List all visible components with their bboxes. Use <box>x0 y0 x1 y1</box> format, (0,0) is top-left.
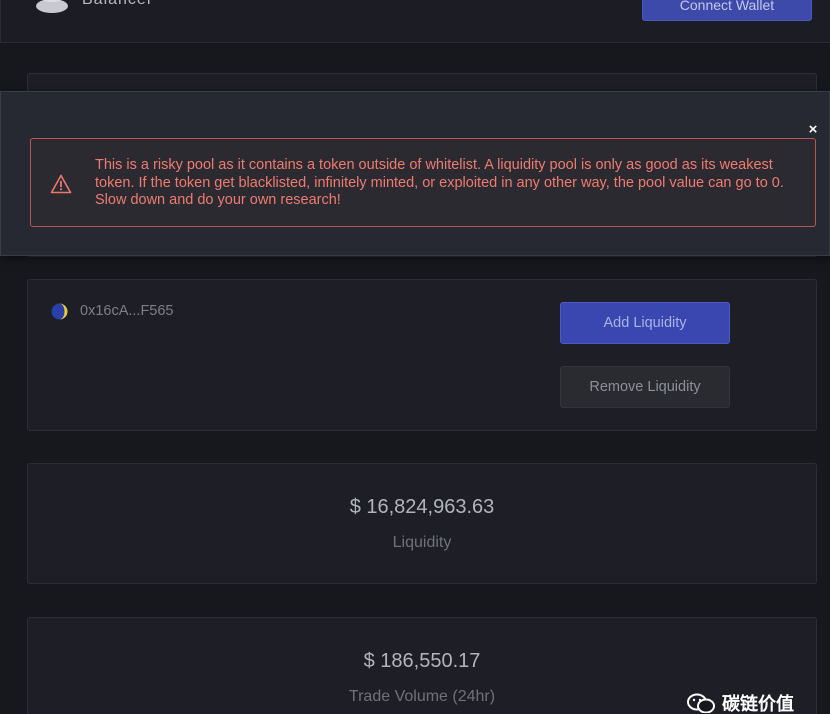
header: Balancer Connect Wallet <box>0 0 830 43</box>
pool-address[interactable]: 0x16cA...F565 <box>80 303 174 319</box>
watermark: 碳链价值 <box>686 692 794 714</box>
app-name: Balancer <box>82 0 153 9</box>
wechat-icon <box>687 693 715 713</box>
risk-warning-modal: × This is a risky pool as it contains a … <box>0 91 830 256</box>
balancer-logo-icon <box>36 0 68 13</box>
volume-value: $ 186,550.17 <box>363 650 481 672</box>
add-liquidity-button[interactable]: Add Liquidity <box>560 302 730 344</box>
warning-box: This is a risky pool as it contains a to… <box>30 138 816 227</box>
liquidity-stat-card: $ 16,824,963.63 Liquidity <box>27 463 817 584</box>
token-icon <box>51 303 68 320</box>
liquidity-value: $ 16,824,963.63 <box>349 496 495 518</box>
warning-triangle-icon <box>50 174 72 194</box>
page: Balancer Connect Wallet 0x16cA...F565 Ad… <box>0 0 830 714</box>
close-button[interactable]: × <box>805 122 821 138</box>
remove-liquidity-button[interactable]: Remove Liquidity <box>560 366 730 408</box>
liquidity-label: Liquidity <box>392 534 452 551</box>
pool-card: 0x16cA...F565 Add Liquidity Remove Liqui… <box>27 279 817 431</box>
connect-wallet-button[interactable]: Connect Wallet <box>642 0 812 21</box>
warning-message: This is a risky pool as it contains a to… <box>95 157 784 208</box>
watermark-text: 碳链价值 <box>722 694 794 714</box>
